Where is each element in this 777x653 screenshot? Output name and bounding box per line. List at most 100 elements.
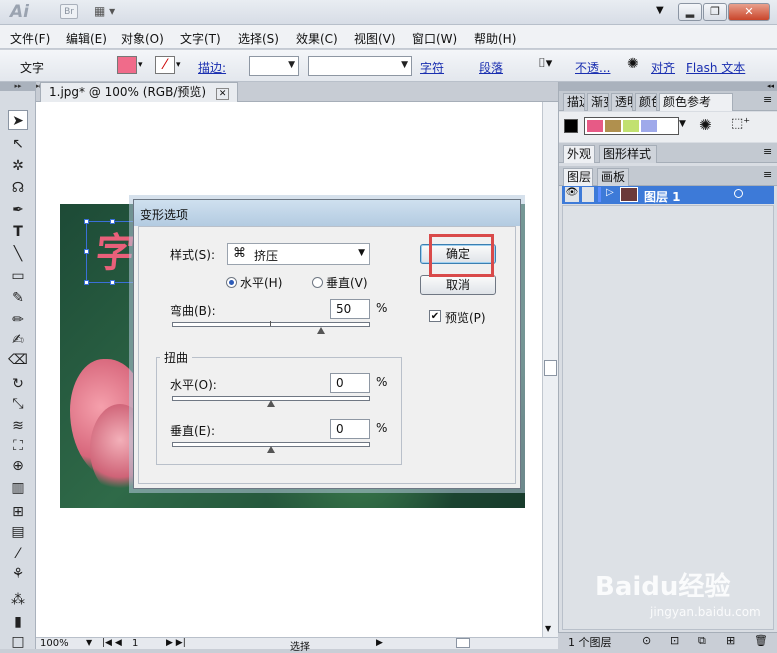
magic-wand-tool-icon[interactable]: ✲ [8,156,28,176]
recolor-icon[interactable]: ✺ [627,56,639,72]
base-color-swatch[interactable] [564,119,578,133]
new-sublayer-icon[interactable]: ⧉ [698,634,706,648]
bend-slider-track[interactable] [172,322,370,327]
menu-window[interactable]: 窗口(W) [412,30,457,47]
rectangle-tool-icon[interactable]: ▭ [8,266,28,286]
layer-name[interactable]: 图层 1 [644,188,681,205]
panel-collapse-icon[interactable]: ▸▸ [0,82,36,91]
panel-menu-icon[interactable]: ≡ [763,168,772,181]
column-graph-tool-icon[interactable]: ▮ [8,612,28,632]
free-transform-tool-icon[interactable]: ⛶ [8,436,28,456]
distort-vertical-slider-thumb[interactable] [267,446,275,453]
paragraph-link[interactable]: 段落 [479,59,503,76]
stroke-weight-dropdown[interactable]: ▼ [249,56,299,76]
vertical-scroll-thumb[interactable] [544,360,557,376]
restore-button[interactable]: ❐ [703,3,727,21]
new-layer-icon[interactable]: ⊞ [726,634,735,647]
layer-row[interactable]: 👁 ▷ 图层 1 [562,186,774,204]
opacity-link[interactable]: 不透... [575,59,610,76]
stroke-none-swatch[interactable]: ⁄ [155,56,175,74]
minimize-button[interactable]: ▂ [678,3,702,21]
fill-swatch[interactable] [117,56,137,74]
eye-icon[interactable]: 👁 [565,187,579,202]
vertical-scrollbar[interactable]: ▼ [542,102,558,637]
blend-tool-icon[interactable]: ⚘ [8,564,28,584]
dock-collapse-icon[interactable]: ◂◂ [559,82,777,91]
close-tab-icon[interactable]: ✕ [215,88,230,100]
shape-builder-tool-icon[interactable]: ⊕ [8,456,28,476]
menu-effect[interactable]: 效果(C) [296,30,338,47]
horizontal-radio-label[interactable]: 水平(H) [240,274,282,291]
type-tool-icon[interactable]: T [8,222,28,242]
close-button[interactable]: ✕ [728,3,770,21]
stroke-link[interactable]: 描边: [198,59,226,76]
eyedropper-tool-icon[interactable]: ⁄ [8,544,28,564]
align-link[interactable]: 对齐 [651,59,675,76]
menu-select[interactable]: 选择(S) [238,30,279,47]
status-menu-arrow-icon[interactable]: ▶ [376,638,383,648]
workspace-menu-arrow[interactable]: ▼ [656,5,664,16]
lasso-tool-icon[interactable]: ☊ [8,178,28,198]
envelope-icon[interactable]: ⌷▾ [538,56,568,74]
panel-menu-icon[interactable]: ≡ [763,93,772,106]
target-icon[interactable] [734,189,743,198]
panel-menu-icon[interactable]: ≡ [763,145,772,158]
status-text[interactable]: 选择 [290,638,310,653]
vertical-radio[interactable] [312,277,323,288]
pencil-tool-icon[interactable]: ✏ [8,310,28,330]
tab-color-guide[interactable]: 颜色参考 [659,93,733,111]
line-tool-icon[interactable]: ╲ [8,244,28,264]
horizontal-radio[interactable] [226,277,237,288]
rotate-tool-icon[interactable]: ↻ [8,374,28,394]
tab-stroke[interactable]: 描边 [563,93,585,111]
eraser-tool-icon[interactable]: ⌫ [8,350,28,370]
font-dropdown[interactable]: ▼ [308,56,412,76]
gradient-tool-icon[interactable]: ▤ [8,522,28,542]
cancel-button[interactable]: 取消 [420,275,496,295]
tab-layers[interactable]: 图层 [563,168,593,186]
recolor-artwork-icon[interactable]: ✺ [699,116,712,134]
bridge-button[interactable]: Br [60,4,78,19]
first-page-icon[interactable]: |◀ ◀ [102,638,122,648]
scroll-down-icon[interactable]: ▼ [545,624,551,633]
preview-label[interactable]: 预览(P) [445,309,486,326]
distort-vertical-input[interactable]: 0 [330,419,370,439]
tab-gradient[interactable]: 渐变 [587,93,609,111]
zoom-field[interactable]: 100% [40,638,69,649]
distort-horizontal-slider-thumb[interactable] [267,400,275,407]
workspace-switcher[interactable]: ▦ ▾ [94,4,124,20]
graph-tool-icon[interactable]: ▥ [8,478,28,498]
style-dropdown[interactable]: ⌘ 挤压 ▼ [227,243,370,265]
tab-appearance[interactable]: 外观 [563,145,595,163]
make-clip-mask-icon[interactable]: ⊡ [670,634,679,647]
warp-tool-icon[interactable]: ≋ [8,416,28,436]
harmony-color[interactable] [587,120,603,132]
harmony-strip[interactable] [584,117,679,135]
bend-input[interactable]: 50 [330,299,370,319]
horizontal-scroll-thumb[interactable] [456,638,470,648]
preview-checkbox[interactable]: ✔ [429,310,441,322]
menu-help[interactable]: 帮助(H) [474,30,516,47]
vertical-radio-label[interactable]: 垂直(V) [326,274,368,291]
dialog-titlebar[interactable]: 变形选项 [134,200,520,226]
menu-file[interactable]: 文件(F) [10,30,50,47]
trash-icon[interactable]: 🗑 [754,634,768,647]
paintbrush-tool-icon[interactable]: ✎ [8,288,28,308]
flash-text-link[interactable]: Flash 文本 [686,59,745,76]
character-link[interactable]: 字符 [420,59,444,76]
blob-brush-tool-icon[interactable]: ✍ [8,330,28,350]
zoom-dropdown-icon[interactable]: ▼ [86,638,92,647]
pen-tool-icon[interactable]: ✒ [8,200,28,220]
distort-horizontal-input[interactable]: 0 [330,373,370,393]
next-page-icon[interactable]: ▶ ▶| [166,638,186,648]
selection-handle[interactable] [84,249,89,254]
selection-tool-icon[interactable]: ➤ [8,110,28,130]
symbol-sprayer-tool-icon[interactable]: ⁂ [8,590,28,610]
harmony-color[interactable] [623,120,639,132]
document-tab[interactable]: 1.jpg* @ 100% (RGB/预览) ✕ [40,82,239,102]
tab-transparency[interactable]: 透明 [611,93,633,111]
mesh-tool-icon[interactable]: ⊞ [8,502,28,522]
warped-text-art[interactable]: 字 [89,225,137,282]
save-group-icon[interactable]: ⬚⁺ [731,116,750,131]
fill-dropdown-arrow[interactable]: ▾ [138,56,148,74]
